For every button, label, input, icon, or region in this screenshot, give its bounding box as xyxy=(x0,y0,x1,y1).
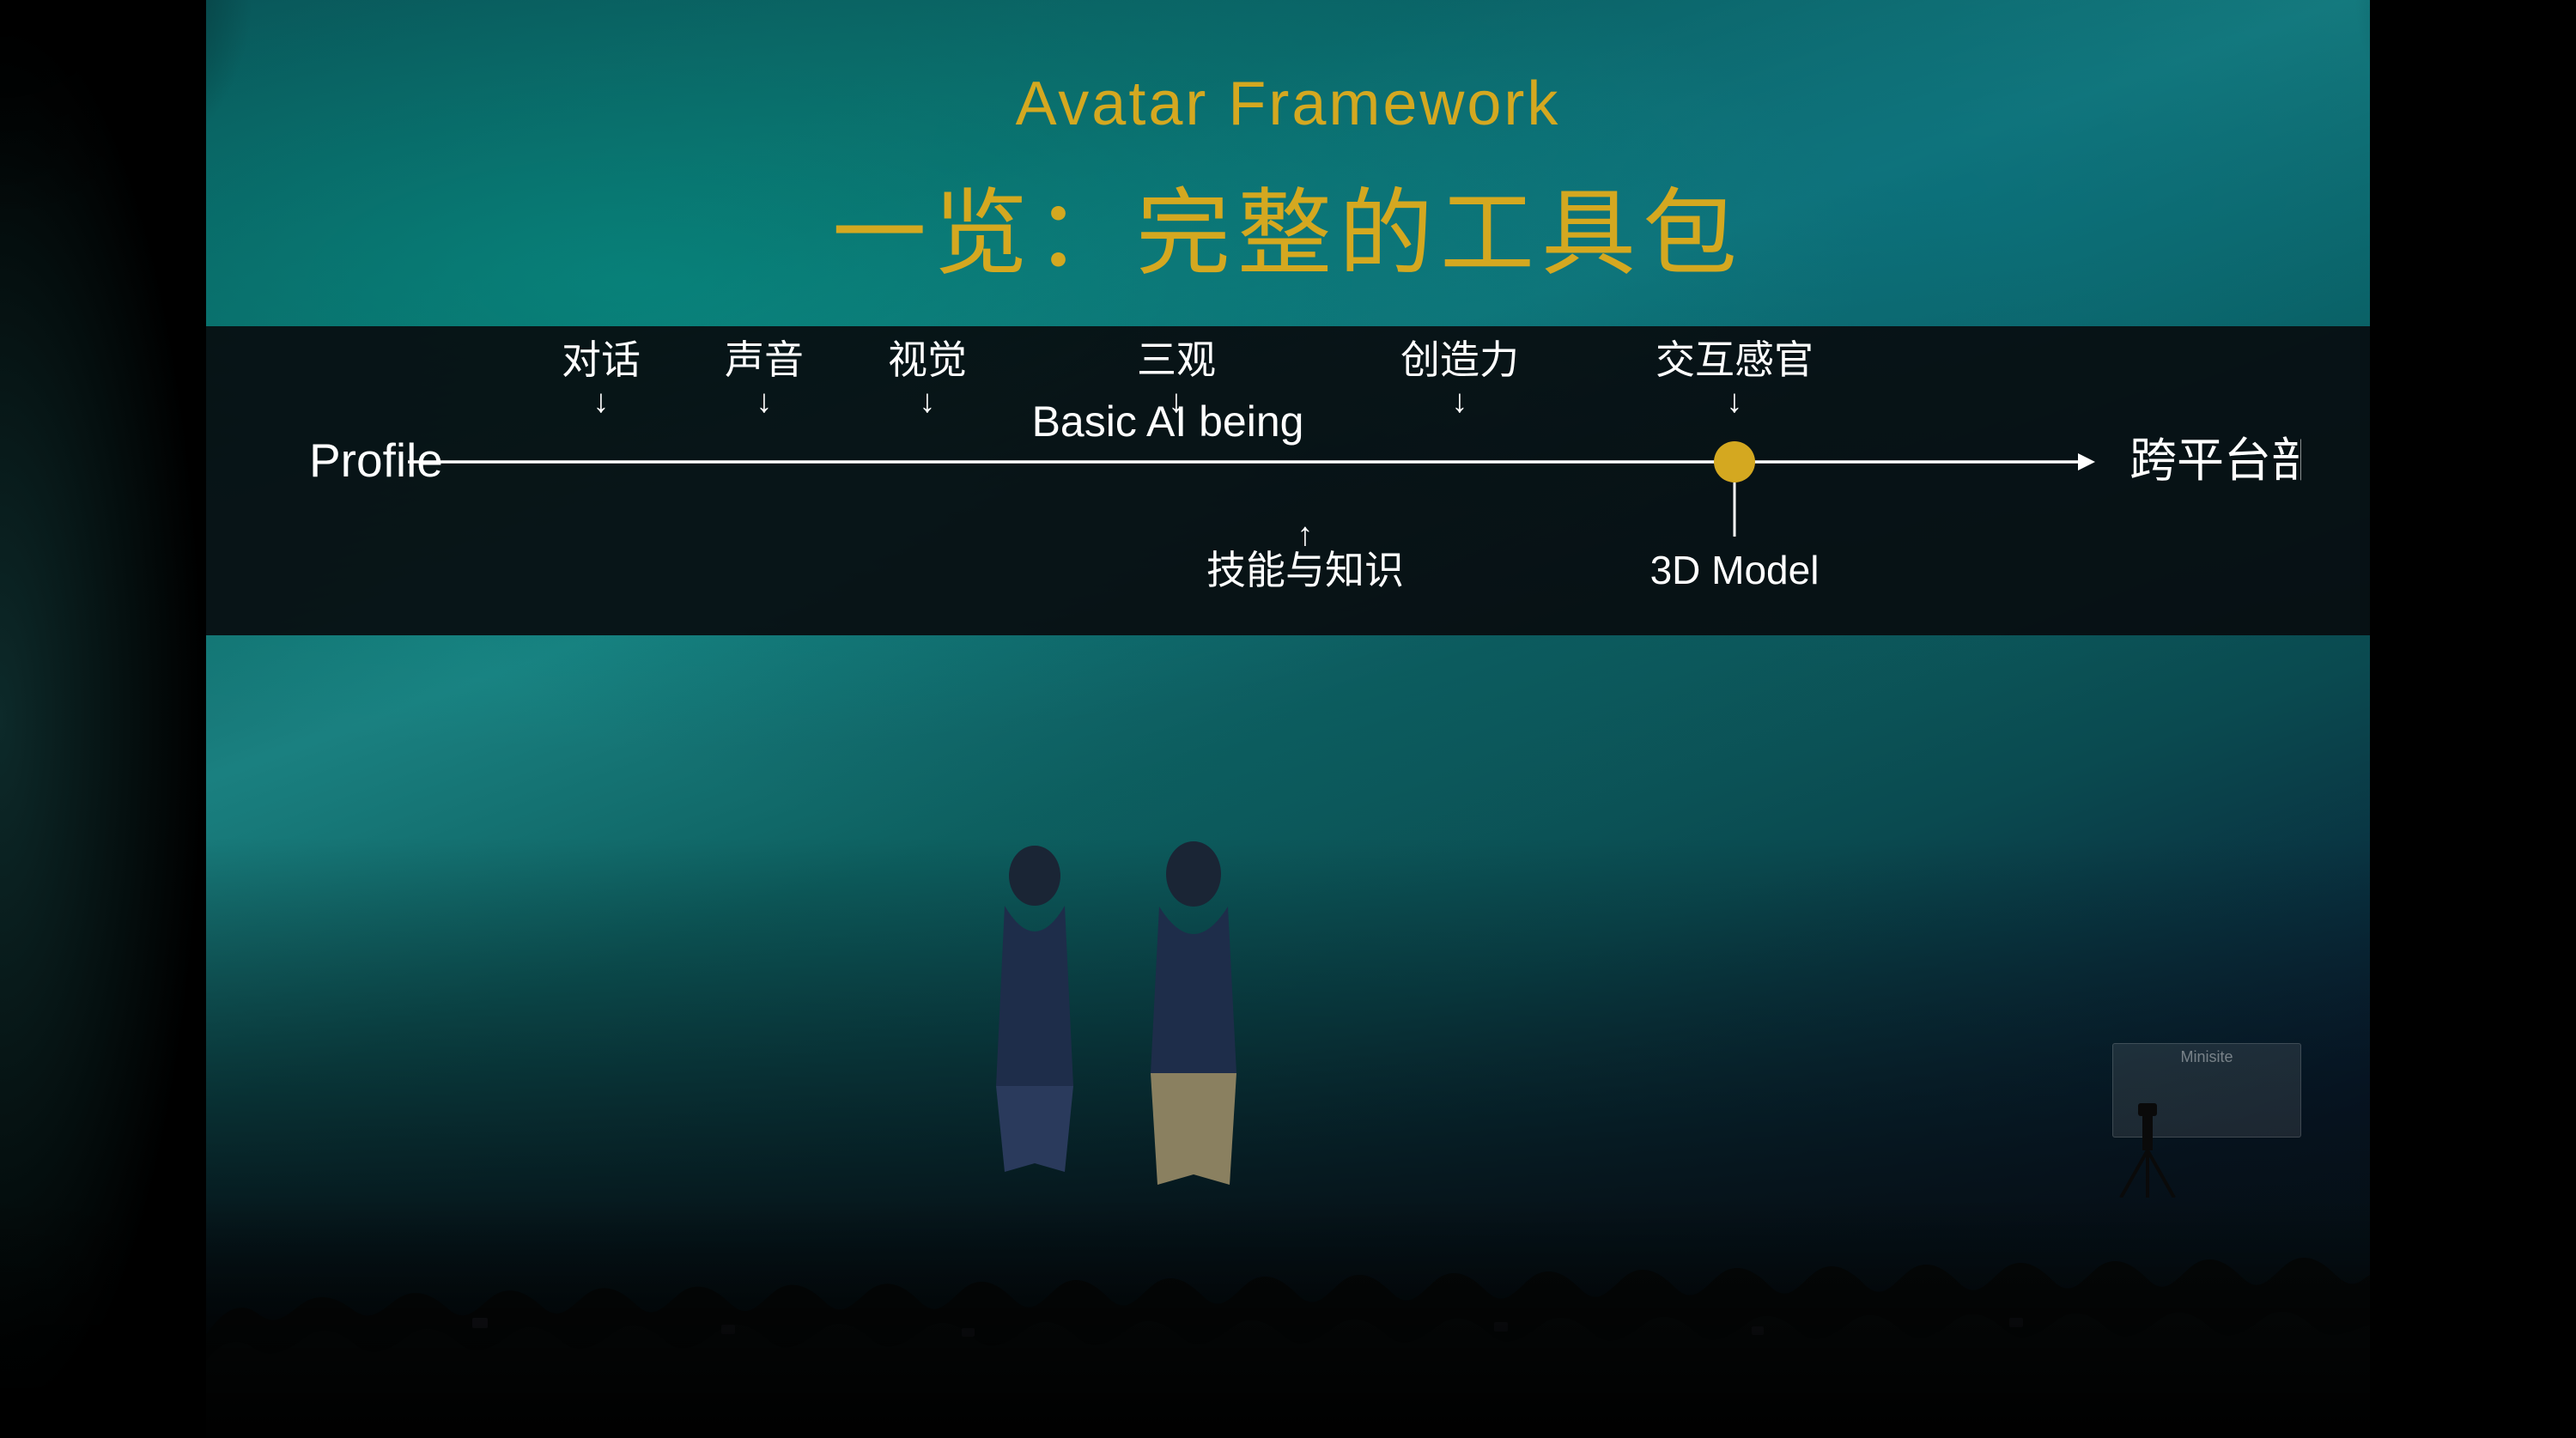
corner-vignette-tl xyxy=(0,0,275,240)
bottom-vignette xyxy=(0,1198,2576,1438)
arrow-jiaohu: ↓ xyxy=(1727,384,1743,420)
golden-dot xyxy=(1714,441,1755,482)
title-area: Avatar Framework 一览：完整的工具包 xyxy=(206,69,2370,294)
scene: Avatar Framework 一览：完整的工具包 对话 ↓ 声音 ↓ 视觉 … xyxy=(0,0,2576,1438)
arrow-shijue: ↓ xyxy=(920,384,936,420)
arrow-duihua: ↓ xyxy=(593,384,610,420)
arrow-shengyin: ↓ xyxy=(756,384,773,420)
label-profile: Profile xyxy=(309,434,443,487)
arrow-chuangzaoli: ↓ xyxy=(1452,384,1468,420)
label-basic-ai: Basic AI being xyxy=(1032,397,1304,446)
label-kuapingtai: 跨平台部署 xyxy=(2129,434,2301,487)
label-shengyin: 声音 xyxy=(725,337,804,382)
title-english: Avatar Framework xyxy=(206,69,2370,139)
corner-vignette-tr xyxy=(2336,0,2576,206)
label-shijue: 视觉 xyxy=(888,337,967,382)
label-jiaohu: 交互感官 xyxy=(1656,337,1814,382)
label-jineng: 技能与知识 xyxy=(1206,548,1404,592)
arrowhead xyxy=(2078,453,2095,470)
label-3dmodel: 3D Model xyxy=(1650,548,1820,592)
label-chuangzaoli: 创造力 xyxy=(1400,337,1519,382)
label-sanguan: 三观 xyxy=(1137,337,1216,382)
diagram-svg: 对话 ↓ 声音 ↓ 视觉 ↓ 三观 ↓ 创造力 ↓ 交互感官 ↓ xyxy=(275,326,2301,601)
title-chinese: 一览：完整的工具包 xyxy=(206,156,2370,294)
label-duihua: 对话 xyxy=(562,337,641,382)
diagram-strip: 对话 ↓ 声音 ↓ 视觉 ↓ 三观 ↓ 创造力 ↓ 交互感官 ↓ xyxy=(206,326,2370,635)
